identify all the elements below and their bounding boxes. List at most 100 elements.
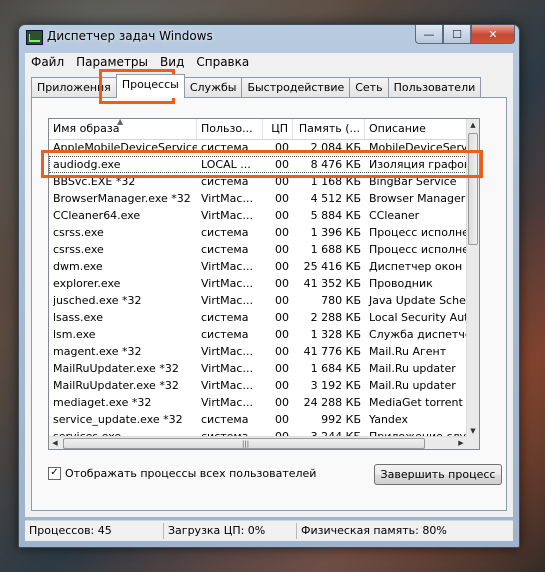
process-image-name: jusched.exe *32	[53, 294, 142, 307]
process-description: Mail.Ru updater	[369, 379, 456, 392]
table-row[interactable]: csrss.exe система 00 1 396 КБ Процесс исполн…	[49, 224, 467, 241]
process-image-name: MailRuUpdater.exe *32	[53, 362, 179, 375]
process-image-name: dwm.exe	[53, 260, 103, 273]
process-image-name: explorer.exe	[53, 277, 121, 290]
scroll-corner	[467, 437, 479, 449]
process-cpu: 00	[275, 209, 289, 222]
process-memory: 992 КБ	[321, 413, 361, 426]
process-memory: 1 688 КБ	[310, 243, 361, 256]
process-image-name: csrss.exe	[53, 243, 104, 256]
status-cpu-usage: Загрузка ЦП: 0%	[164, 523, 297, 539]
column-memory[interactable]: Память (...	[293, 119, 365, 139]
task-manager-window: Диспетчер задач Windows — ☐ ✕ Файл Парам…	[18, 24, 520, 548]
client-area: Приложения Процессы Службы Быстродействи…	[25, 71, 513, 517]
column-cpu[interactable]: ЦП	[263, 119, 293, 139]
table-row[interactable]: explorer.exe VirtMac... 00 41 352 КБ Проводн…	[49, 275, 467, 292]
window-title: Диспетчер задач Windows	[47, 29, 213, 43]
process-user: VirtMac...	[201, 396, 253, 409]
process-cpu: 00	[275, 226, 289, 239]
close-button[interactable]: ✕	[471, 25, 515, 44]
process-description: MediaGet torrent client	[369, 396, 467, 409]
process-memory: 41 352 КБ	[303, 277, 361, 290]
menu-view[interactable]: Вид	[154, 55, 190, 69]
process-image-name: service_update.exe *32	[53, 413, 183, 426]
table-row[interactable]: CCleaner64.exe VirtMac... 00 5 884 КБ CClean…	[49, 207, 467, 224]
end-process-button[interactable]: Завершить процесс	[374, 464, 502, 485]
process-description: Процесс исполнения	[369, 243, 467, 256]
process-user: VirtMac...	[201, 209, 253, 222]
table-row[interactable]: lsm.exe система 00 1 328 КБ Служба диспетчер…	[49, 326, 467, 343]
process-cpu: 00	[275, 413, 289, 426]
process-user: VirtMac...	[201, 379, 253, 392]
scroll-up-icon[interactable]: ▲	[467, 119, 479, 131]
process-memory: 2 288 КБ	[310, 311, 361, 324]
title-bar[interactable]: Диспетчер задач Windows — ☐ ✕	[19, 25, 519, 49]
process-image-name: lsass.exe	[53, 311, 103, 324]
table-row[interactable]: MailRuUpdater.exe *32 VirtMac... 00 1 684 К…	[49, 360, 467, 377]
process-cpu: 00	[275, 362, 289, 375]
process-image-name: magent.exe *32	[53, 345, 142, 358]
table-row[interactable]: dwm.exe VirtMac... 00 25 416 КБ Диспетчер ок…	[49, 258, 467, 275]
process-description: Mail.Ru updater	[369, 362, 456, 375]
column-image-name-label: Имя образа	[53, 122, 120, 135]
process-user: система	[201, 226, 249, 239]
menu-file[interactable]: Файл	[25, 55, 70, 69]
process-memory: 25 416 КБ	[303, 260, 361, 273]
tab-performance[interactable]: Быстродействие	[241, 77, 351, 98]
table-row[interactable]: service_update.exe *32 система 00 992 КБ Yan…	[49, 411, 467, 428]
process-image-name: MailRuUpdater.exe *32	[53, 379, 179, 392]
column-user[interactable]: Пользо...	[197, 119, 263, 139]
minimize-button[interactable]: —	[415, 25, 443, 44]
tab-processes[interactable]: Процессы	[115, 74, 185, 98]
process-user: система	[201, 311, 249, 324]
horizontal-scroll-thumb[interactable]: |||	[63, 438, 425, 449]
process-description: CCleaner	[369, 209, 420, 222]
horizontal-scrollbar[interactable]: ◀ ||| ▶	[49, 436, 467, 449]
process-user: VirtMac...	[201, 260, 253, 273]
process-cpu: 00	[275, 311, 289, 324]
process-description: Yandex	[369, 413, 408, 426]
menu-options[interactable]: Параметры	[70, 55, 154, 69]
process-cpu: 00	[275, 243, 289, 256]
audiodg-row-highlight	[41, 150, 483, 178]
scroll-right-icon[interactable]: ▶	[455, 437, 467, 449]
process-user: система	[201, 413, 249, 426]
scroll-grip-icon: |||	[242, 440, 250, 448]
process-memory: 1 396 КБ	[310, 226, 361, 239]
tab-users[interactable]: Пользователи	[387, 77, 482, 98]
process-user: VirtMac...	[201, 345, 253, 358]
table-row[interactable]: jusched.exe *32 VirtMac... 00 780 КБ Java Up…	[49, 292, 467, 309]
tab-networking[interactable]: Сеть	[349, 77, 389, 98]
process-user: VirtMac...	[201, 192, 253, 205]
status-process-count: Процессов: 45	[25, 523, 164, 539]
table-row[interactable]: mediaget.exe *32 VirtMac... 00 24 288 КБ Med…	[49, 394, 467, 411]
table-row[interactable]: csrss.exe система 00 1 688 КБ Процесс исполн…	[49, 241, 467, 258]
process-memory: 5 884 КБ	[310, 209, 361, 222]
process-cpu: 00	[275, 396, 289, 409]
scroll-down-icon[interactable]: ▼	[467, 425, 479, 437]
maximize-button[interactable]: ☐	[443, 25, 471, 44]
process-image-name: CCleaner64.exe	[53, 209, 141, 222]
column-image-name[interactable]: ▲ Имя образа	[49, 119, 197, 139]
process-user: VirtMac...	[201, 277, 253, 290]
process-cpu: 00	[275, 260, 289, 273]
table-row[interactable]: magent.exe *32 VirtMac... 00 41 776 КБ Mail.…	[49, 343, 467, 360]
process-memory: 4 512 КБ	[310, 192, 361, 205]
show-all-users-option[interactable]: ✓ Отображать процессы всех пользователей	[48, 467, 316, 480]
table-row[interactable]: lsass.exe система 00 2 288 КБ Local Security…	[49, 309, 467, 326]
process-user: VirtMac...	[201, 362, 253, 375]
process-cpu: 00	[275, 328, 289, 341]
process-memory: 1 684 КБ	[310, 362, 361, 375]
column-description[interactable]: Описание	[365, 119, 467, 139]
process-memory: 3 192 КБ	[310, 379, 361, 392]
table-row[interactable]: BrowserManager.exe *32 VirtMac... 00 4 512 …	[49, 190, 467, 207]
table-row[interactable]: MailRuUpdater.exe *32 VirtMac... 00 3 192 К…	[49, 377, 467, 394]
scroll-left-icon[interactable]: ◀	[49, 437, 61, 449]
process-description: Диспетчер окон рабочего	[369, 260, 467, 273]
menu-help[interactable]: Справка	[190, 55, 255, 69]
process-user: система	[201, 328, 249, 341]
tab-services[interactable]: Службы	[183, 77, 243, 98]
show-all-users-checkbox[interactable]: ✓	[48, 467, 61, 480]
list-header: ▲ Имя образа Пользо... ЦП Память (... Оп…	[49, 119, 467, 140]
process-image-name: csrss.exe	[53, 226, 104, 239]
